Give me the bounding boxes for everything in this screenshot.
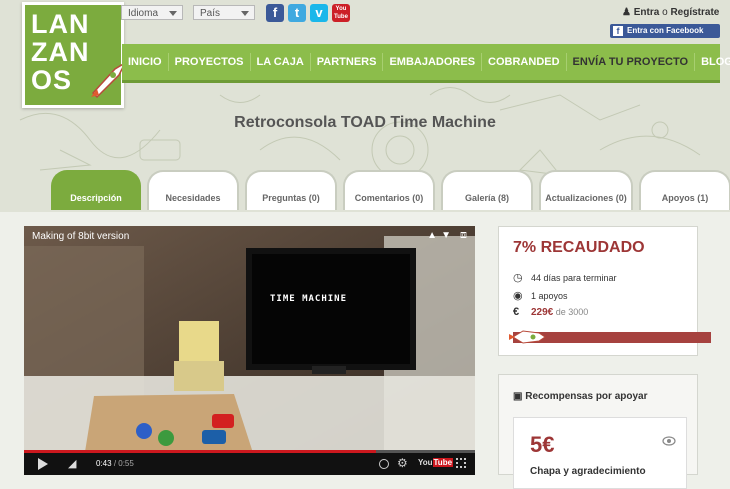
- share-icon[interactable]: ⧈: [460, 229, 467, 242]
- youtube-icon[interactable]: You Tube: [332, 4, 350, 22]
- header: LAN ZAN OS Idioma País f t v You Tube ♟ E…: [0, 0, 730, 212]
- project-title: Retroconsola TOAD Time Machine: [234, 114, 496, 131]
- logo-line-2: ZAN: [31, 37, 90, 67]
- rewards-card: ▣ Recompensas por apoyar 5€ Chapa y agra…: [498, 374, 698, 489]
- funding-progress-bar: [509, 330, 711, 344]
- registrate-link[interactable]: Regístrate: [670, 7, 719, 18]
- funding-percent: 7% RECAUDADO: [513, 239, 645, 256]
- funding-card: 7% RECAUDADO ◷ 44 días para terminar ◉ 1…: [498, 226, 711, 356]
- clock-icon[interactable]: [379, 459, 389, 469]
- chevron-down-icon: [169, 11, 177, 16]
- chevron-down-icon: [241, 11, 249, 16]
- login-links: ♟ Entra o Regístrate: [622, 7, 719, 18]
- facebook-icon: f: [613, 26, 623, 36]
- youtube-logo[interactable]: YouTube: [418, 458, 454, 467]
- seekbar-played: [24, 450, 376, 453]
- user-icon: ♟: [622, 7, 631, 18]
- logo-line-3: OS: [31, 65, 73, 95]
- facebook-icon[interactable]: f: [266, 4, 284, 22]
- country-select-value: País: [200, 8, 221, 19]
- nav-item-embajadores[interactable]: EMBAJADORES: [383, 53, 483, 71]
- reward-description: Chapa y agradecimiento: [530, 466, 646, 477]
- main-nav: INICIO PROYECTOS LA CAJA PARTNERS EMBAJA…: [122, 44, 730, 83]
- rewards-heading-text: Recompensas por apoyar: [525, 391, 648, 402]
- like-icon[interactable]: ▲: [427, 230, 437, 241]
- rocket-icon: [509, 330, 546, 344]
- eye-icon[interactable]: [662, 436, 676, 446]
- or-text: o: [662, 7, 668, 18]
- reward-item[interactable]: 5€ Chapa y agradecimiento: [513, 417, 687, 489]
- fullscreen-icon[interactable]: [456, 458, 466, 468]
- country-select[interactable]: País: [193, 5, 255, 20]
- language-select[interactable]: Idioma: [121, 5, 183, 20]
- twitter-icon[interactable]: t: [288, 4, 306, 22]
- tab-preguntas[interactable]: Preguntas (0): [245, 170, 337, 210]
- nav-item-proyectos[interactable]: PROYECTOS: [169, 53, 251, 71]
- video-player[interactable]: Making of 8bit version ▲ ▼ ⧈ TIME MACHIN…: [24, 226, 475, 475]
- project-tabs: Descripción Necesidades Preguntas (0) Co…: [20, 170, 730, 212]
- video-frame: [24, 226, 475, 475]
- gift-icon: ▣: [513, 391, 523, 402]
- amount-raised: 229€: [531, 306, 554, 318]
- nav-item-inicio[interactable]: INICIO: [122, 53, 169, 71]
- vimeo-icon[interactable]: v: [310, 4, 328, 22]
- backers-row: ◉ 1 apoyos: [513, 289, 568, 302]
- play-icon[interactable]: [38, 458, 48, 470]
- funding-goal: de 3000: [555, 307, 589, 317]
- tab-galeria[interactable]: Galería (8): [441, 170, 533, 210]
- time-total: / 0:55: [113, 459, 134, 468]
- dislike-icon[interactable]: ▼: [441, 230, 451, 241]
- reward-price: 5€: [530, 432, 555, 457]
- entra-link[interactable]: Entra: [634, 7, 660, 18]
- facebook-login-label: Entra con Facebook: [627, 26, 704, 35]
- language-select-value: Idioma: [128, 8, 159, 19]
- amount-row: € 229€ de 3000: [513, 306, 588, 318]
- piggy-bank-icon: ◉: [513, 290, 523, 302]
- volume-icon[interactable]: ◢: [68, 457, 76, 470]
- gear-icon[interactable]: ⚙: [397, 456, 408, 470]
- nav-item-la-caja[interactable]: LA CAJA: [251, 53, 311, 71]
- tab-descripcion[interactable]: Descripción: [51, 170, 141, 210]
- screen-logo: TIME MACHINE: [270, 294, 348, 304]
- rewards-heading: ▣ Recompensas por apoyar: [513, 391, 648, 402]
- clock-icon: ◷: [513, 272, 523, 284]
- video-title: Making of 8bit version: [32, 231, 130, 242]
- backers-count: 1 apoyos: [531, 290, 568, 301]
- days-remaining: 44 días para terminar: [531, 272, 617, 283]
- nav-item-cobranded[interactable]: COBRANDED: [482, 53, 567, 71]
- nav-item-blog[interactable]: BLOG: [695, 53, 730, 71]
- nav-item-partners[interactable]: PARTNERS: [311, 53, 384, 71]
- days-remaining-row: ◷ 44 días para terminar: [513, 271, 617, 284]
- logo-line-1: LAN: [31, 9, 90, 39]
- time-display: 0:43 / 0:55: [96, 459, 134, 468]
- time-current: 0:43: [96, 459, 112, 468]
- tab-apoyos[interactable]: Apoyos (1): [639, 170, 730, 210]
- facebook-login-button[interactable]: f Entra con Facebook: [610, 24, 720, 38]
- video-seekbar[interactable]: [24, 450, 475, 453]
- video-controls: ◢ 0:43 / 0:55 ⚙ YouTube: [24, 450, 475, 475]
- tab-necesidades[interactable]: Necesidades: [147, 170, 239, 210]
- lanzanos-logo[interactable]: LAN ZAN OS: [22, 2, 127, 108]
- tab-comentarios[interactable]: Comentarios (0): [343, 170, 435, 210]
- nav-item-envia-tu-proyecto[interactable]: ENVÍA TU PROYECTO: [567, 53, 696, 71]
- euro-icon: €: [513, 306, 520, 318]
- tab-actualizaciones[interactable]: Actualizaciones (0): [539, 170, 633, 210]
